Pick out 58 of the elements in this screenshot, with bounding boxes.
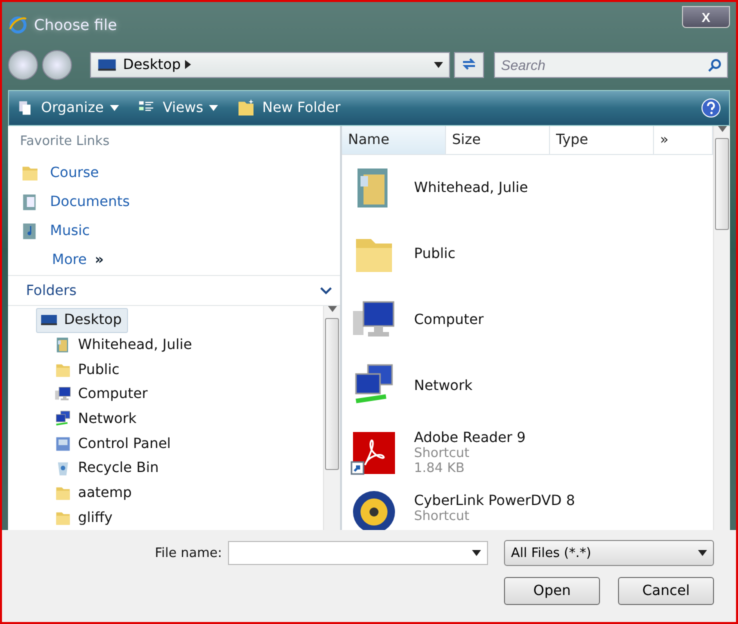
close-button[interactable]: X — [682, 6, 730, 28]
caret-icon — [209, 105, 218, 111]
folder-tree-item[interactable]: Desktop — [36, 308, 128, 333]
forward-button[interactable] — [42, 50, 72, 80]
new-folder-icon — [236, 98, 256, 118]
section-title: Favorite Links — [20, 134, 110, 149]
scrollbar[interactable] — [713, 126, 730, 530]
favorite-link[interactable]: Documents — [20, 190, 340, 213]
file-detail: 1.84 KB — [414, 461, 466, 476]
folder-tree-item[interactable]: aatemp — [50, 480, 138, 506]
back-button[interactable] — [8, 50, 38, 80]
refresh-icon — [461, 56, 477, 70]
caret-icon — [434, 62, 443, 68]
file-name[interactable]: Network — [414, 378, 472, 394]
toolbar-button[interactable]: Organize — [17, 99, 119, 117]
browser-logo-icon — [8, 15, 28, 35]
folder-tree-item[interactable]: gliffy — [50, 505, 119, 530]
caret-icon — [698, 550, 707, 556]
file-name[interactable]: Adobe Reader 9 — [414, 430, 526, 446]
search-icon — [708, 58, 722, 72]
file-name[interactable]: Computer — [414, 312, 484, 328]
pdf-shortcut-icon — [350, 429, 398, 478]
toolbar-button[interactable]: Views — [136, 99, 218, 117]
field-label: File name: — [154, 546, 222, 560]
search-field[interactable]: Search — [494, 52, 728, 78]
folder-tree-item[interactable]: Whitehead, Julie — [50, 332, 198, 358]
file-detail: Shortcut — [414, 509, 470, 524]
window-title: Choose file — [34, 16, 118, 34]
more-link[interactable]: More » — [52, 248, 340, 271]
folder-tree-item[interactable]: Computer — [50, 382, 154, 407]
file-name[interactable]: Public — [414, 246, 456, 262]
toolbar-button[interactable]: New Folder — [236, 98, 341, 118]
caret-icon — [110, 105, 119, 111]
file-type-dropdown[interactable]: All Files (*.*) — [504, 540, 714, 566]
dialog-button[interactable]: Cancel — [618, 577, 714, 605]
favorite-link[interactable]: Music — [20, 219, 340, 242]
scrollbar-thumb[interactable] — [715, 138, 729, 230]
caret-icon — [472, 550, 481, 556]
file-name[interactable]: CyberLink PowerDVD 8 — [414, 493, 576, 510]
column-header[interactable]: Name — [342, 126, 446, 154]
file-name-field[interactable] — [228, 541, 488, 565]
refresh-button[interactable] — [454, 52, 484, 78]
folder-tree-item[interactable]: Control Panel — [50, 431, 177, 456]
help-icon[interactable] — [701, 98, 721, 118]
chevron-icon — [320, 286, 332, 294]
network-icon — [54, 410, 72, 428]
chevron-icon — [185, 60, 192, 69]
file-detail: Shortcut — [414, 446, 470, 462]
folder-tree-item[interactable]: Public — [50, 357, 126, 382]
file-name[interactable]: Whitehead, Julie — [414, 180, 528, 196]
scrollbar[interactable] — [323, 306, 340, 530]
scrollbar-thumb[interactable] — [325, 318, 339, 470]
favorite-link[interactable]: Course — [20, 161, 340, 184]
folder-tree-item[interactable]: Recycle Bin — [50, 456, 165, 481]
address-bar[interactable]: Desktop — [90, 52, 450, 78]
dialog-button[interactable]: Open — [504, 577, 600, 605]
folder-tree-item[interactable]: Network — [50, 406, 142, 432]
control-panel-icon — [54, 434, 72, 453]
